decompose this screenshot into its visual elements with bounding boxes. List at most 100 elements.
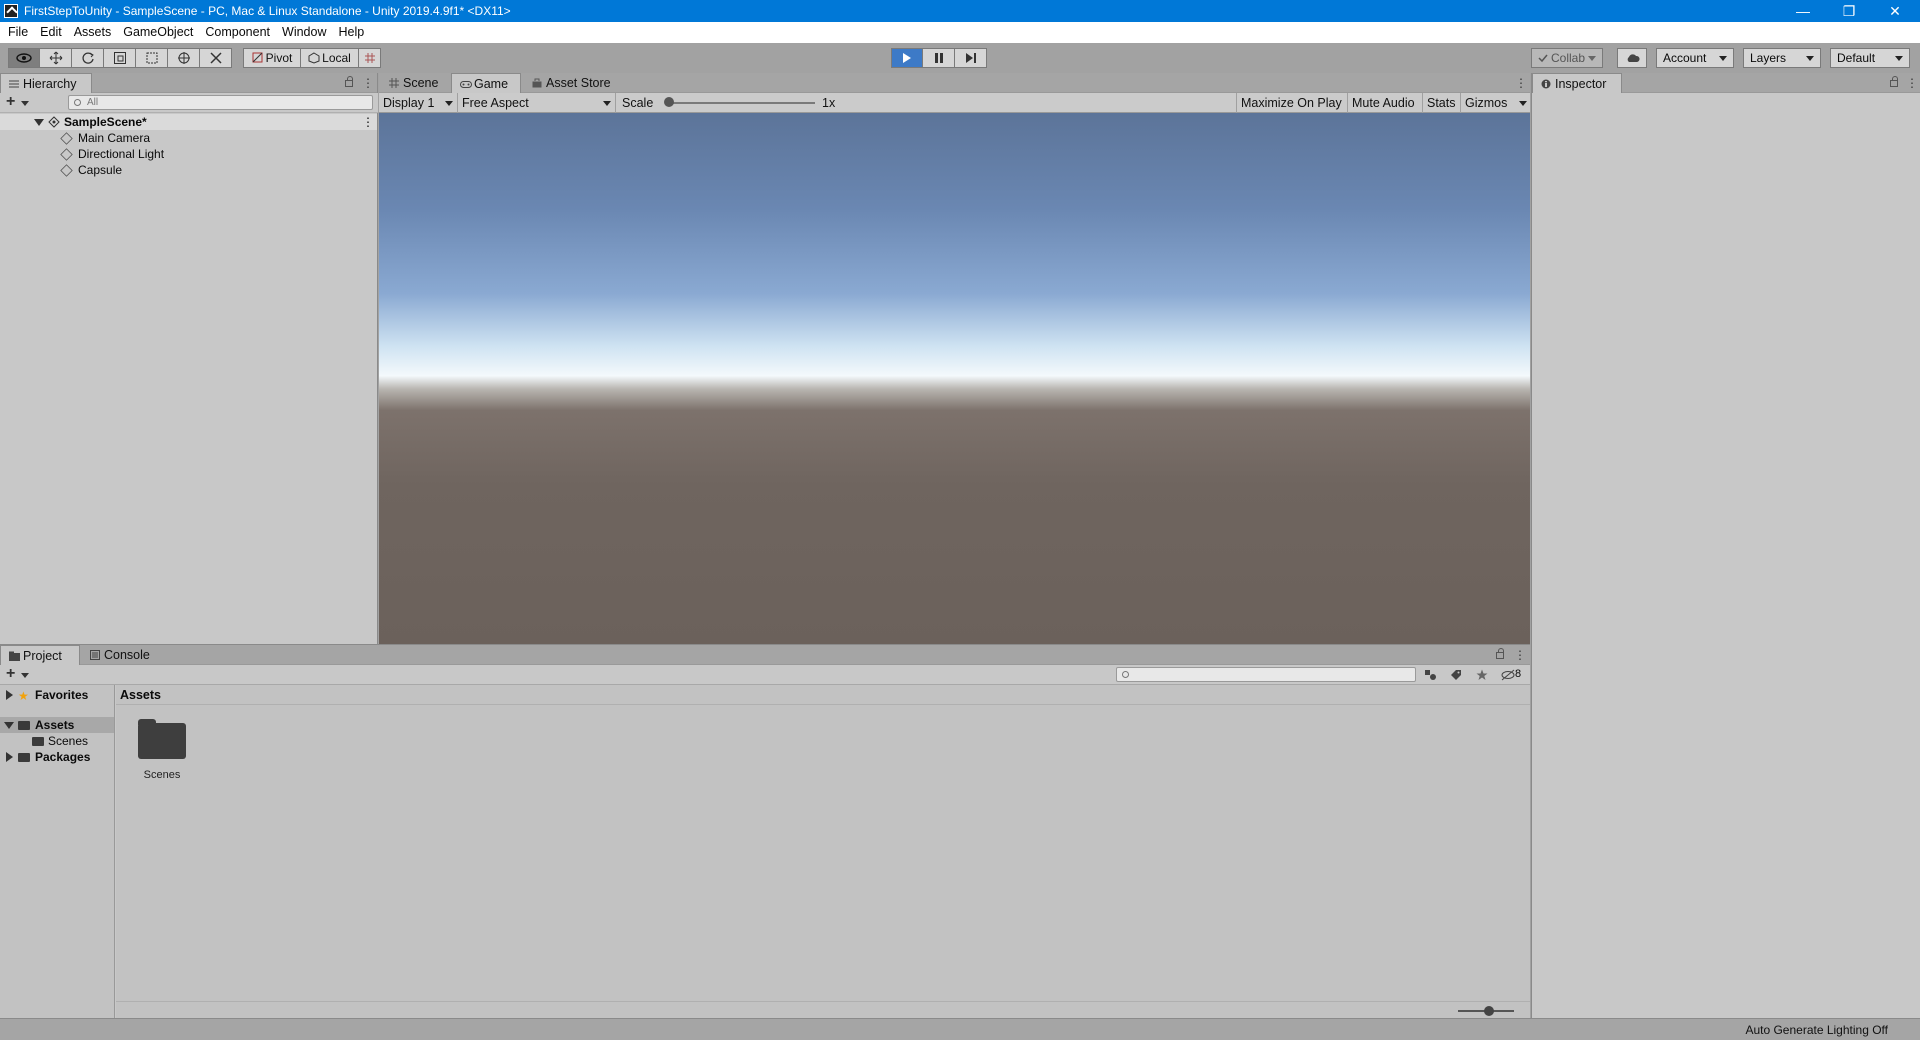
chevron-down-icon[interactable] [21, 101, 29, 106]
menu-file[interactable]: File [2, 22, 34, 43]
move-arrows-icon [49, 51, 62, 65]
create-button[interactable]: + [6, 666, 15, 682]
tab-game[interactable]: Game [451, 73, 521, 93]
local-toggle[interactable]: Local [301, 48, 359, 68]
tab-hierarchy[interactable]: Hierarchy [0, 73, 92, 93]
expand-arrow-icon[interactable] [6, 752, 13, 762]
account-label: Account [1663, 51, 1707, 65]
hierarchy-item[interactable]: Directional Light [0, 146, 377, 162]
scene-name: SampleScene* [64, 115, 147, 129]
rotate-tool-button[interactable] [72, 48, 104, 68]
console-tab-label: Console [104, 648, 150, 662]
expand-arrow-icon[interactable] [34, 119, 44, 126]
favorite-star-icon[interactable] [1476, 669, 1488, 681]
tab-inspector[interactable]: Inspector [1532, 73, 1622, 93]
unity-scene-icon [48, 116, 60, 128]
menu-help[interactable]: Help [332, 22, 370, 43]
scale-tool-button[interactable] [104, 48, 136, 68]
rect-icon [146, 52, 157, 64]
game-viewport[interactable] [379, 113, 1530, 644]
favorites-label: Favorites [35, 688, 89, 702]
minimize-button[interactable]: — [1780, 0, 1826, 22]
sidebar-item-favorites[interactable]: ★ Favorites [0, 687, 114, 703]
chevron-down-icon [1806, 56, 1814, 61]
chevron-down-icon [1719, 56, 1727, 61]
label-tag-icon[interactable] [1450, 669, 1462, 681]
icon-size-slider-knob[interactable] [1484, 1006, 1494, 1016]
restore-button[interactable]: ❐ [1826, 0, 1872, 22]
hierarchy-item-label: Main Camera [78, 131, 151, 145]
panel-menu-icon[interactable]: ⋮ [1514, 648, 1526, 662]
hidden-packages-eye-icon[interactable] [1501, 669, 1515, 681]
project-search-input[interactable] [1116, 667, 1416, 682]
search-by-type-icon[interactable] [1424, 669, 1438, 681]
sidebar-item-scenes[interactable]: Scenes [0, 733, 114, 749]
rect-tool-button[interactable] [136, 48, 168, 68]
grid-snap-button[interactable] [359, 48, 381, 68]
step-button[interactable] [955, 48, 987, 68]
menu-gameobject[interactable]: GameObject [117, 22, 199, 43]
transform-tool-button[interactable] [168, 48, 200, 68]
assets-label: Assets [35, 718, 75, 732]
view-tool-button[interactable] [8, 48, 40, 68]
unity-logo-icon [4, 4, 18, 18]
sidebar-item-assets[interactable]: Assets [0, 717, 114, 733]
create-button[interactable]: + [6, 94, 15, 110]
collab-dropdown[interactable]: Collab [1531, 48, 1603, 68]
menu-assets[interactable]: Assets [68, 22, 118, 43]
panel-menu-icon[interactable]: ⋮ [1515, 76, 1527, 90]
star-icon: ★ [18, 689, 29, 703]
cloud-button[interactable] [1617, 48, 1647, 68]
cloud-icon [1627, 54, 1640, 62]
scene-row[interactable]: SampleScene* ⋮ [0, 114, 377, 130]
asset-item-label[interactable]: Scenes [122, 769, 202, 781]
expand-arrow-icon[interactable] [4, 722, 14, 729]
pause-button[interactable] [923, 48, 955, 68]
lock-icon[interactable] [1496, 648, 1504, 659]
display-dropdown[interactable]: Display 1 [379, 93, 458, 113]
tab-console[interactable]: Console [82, 645, 162, 665]
hierarchy-item[interactable]: Capsule [0, 162, 377, 178]
expand-arrow-icon[interactable] [6, 690, 13, 700]
play-button[interactable] [891, 48, 923, 68]
panel-menu-icon[interactable]: ⋮ [1906, 76, 1918, 90]
tab-asset-store[interactable]: Asset Store [524, 73, 624, 93]
folder-icon[interactable] [138, 719, 186, 759]
close-button[interactable]: ✕ [1872, 0, 1918, 22]
scenes-label: Scenes [48, 734, 89, 748]
gizmos-dropdown[interactable]: Gizmos [1461, 93, 1530, 113]
layers-dropdown[interactable]: Layers [1743, 48, 1821, 68]
tab-scene[interactable]: Scene [381, 73, 451, 93]
shopping-bag-icon [532, 78, 542, 88]
stats-toggle[interactable]: Stats [1423, 93, 1461, 113]
folder-icon [32, 737, 44, 746]
stats-label: Stats [1427, 96, 1456, 110]
panel-menu-icon[interactable]: ⋮ [362, 76, 374, 90]
lock-icon[interactable] [1890, 76, 1898, 87]
tab-project[interactable]: Project [0, 645, 80, 665]
scale-slider-knob[interactable] [664, 97, 674, 107]
status-text: Auto Generate Lighting Off [1745, 1023, 1888, 1037]
inspector-panel: Inspector ⋮ [1531, 73, 1920, 1018]
lock-icon[interactable] [345, 76, 353, 87]
mute-audio-toggle[interactable]: Mute Audio [1348, 93, 1423, 113]
menu-edit[interactable]: Edit [34, 22, 68, 43]
account-dropdown[interactable]: Account [1656, 48, 1734, 68]
wrench-icon [209, 52, 222, 64]
custom-tool-button[interactable] [200, 48, 232, 68]
scene-menu-icon[interactable]: ⋮ [362, 114, 374, 130]
maximize-on-play-toggle[interactable]: Maximize On Play [1236, 93, 1348, 113]
pivot-toggle[interactable]: Pivot [243, 48, 301, 68]
menu-component[interactable]: Component [199, 22, 276, 43]
chevron-down-icon[interactable] [21, 673, 29, 678]
breadcrumb: Assets [116, 685, 1530, 705]
pivot-icon [252, 52, 263, 63]
hierarchy-item[interactable]: Main Camera [0, 130, 377, 146]
menu-window[interactable]: Window [276, 22, 332, 43]
move-tool-button[interactable] [40, 48, 72, 68]
scale-slider-track[interactable] [671, 102, 815, 104]
layout-dropdown[interactable]: Default [1830, 48, 1910, 68]
hierarchy-search-input[interactable]: All [68, 95, 373, 110]
sidebar-item-packages[interactable]: Packages [0, 749, 114, 765]
aspect-dropdown[interactable]: Free Aspect [458, 93, 616, 113]
